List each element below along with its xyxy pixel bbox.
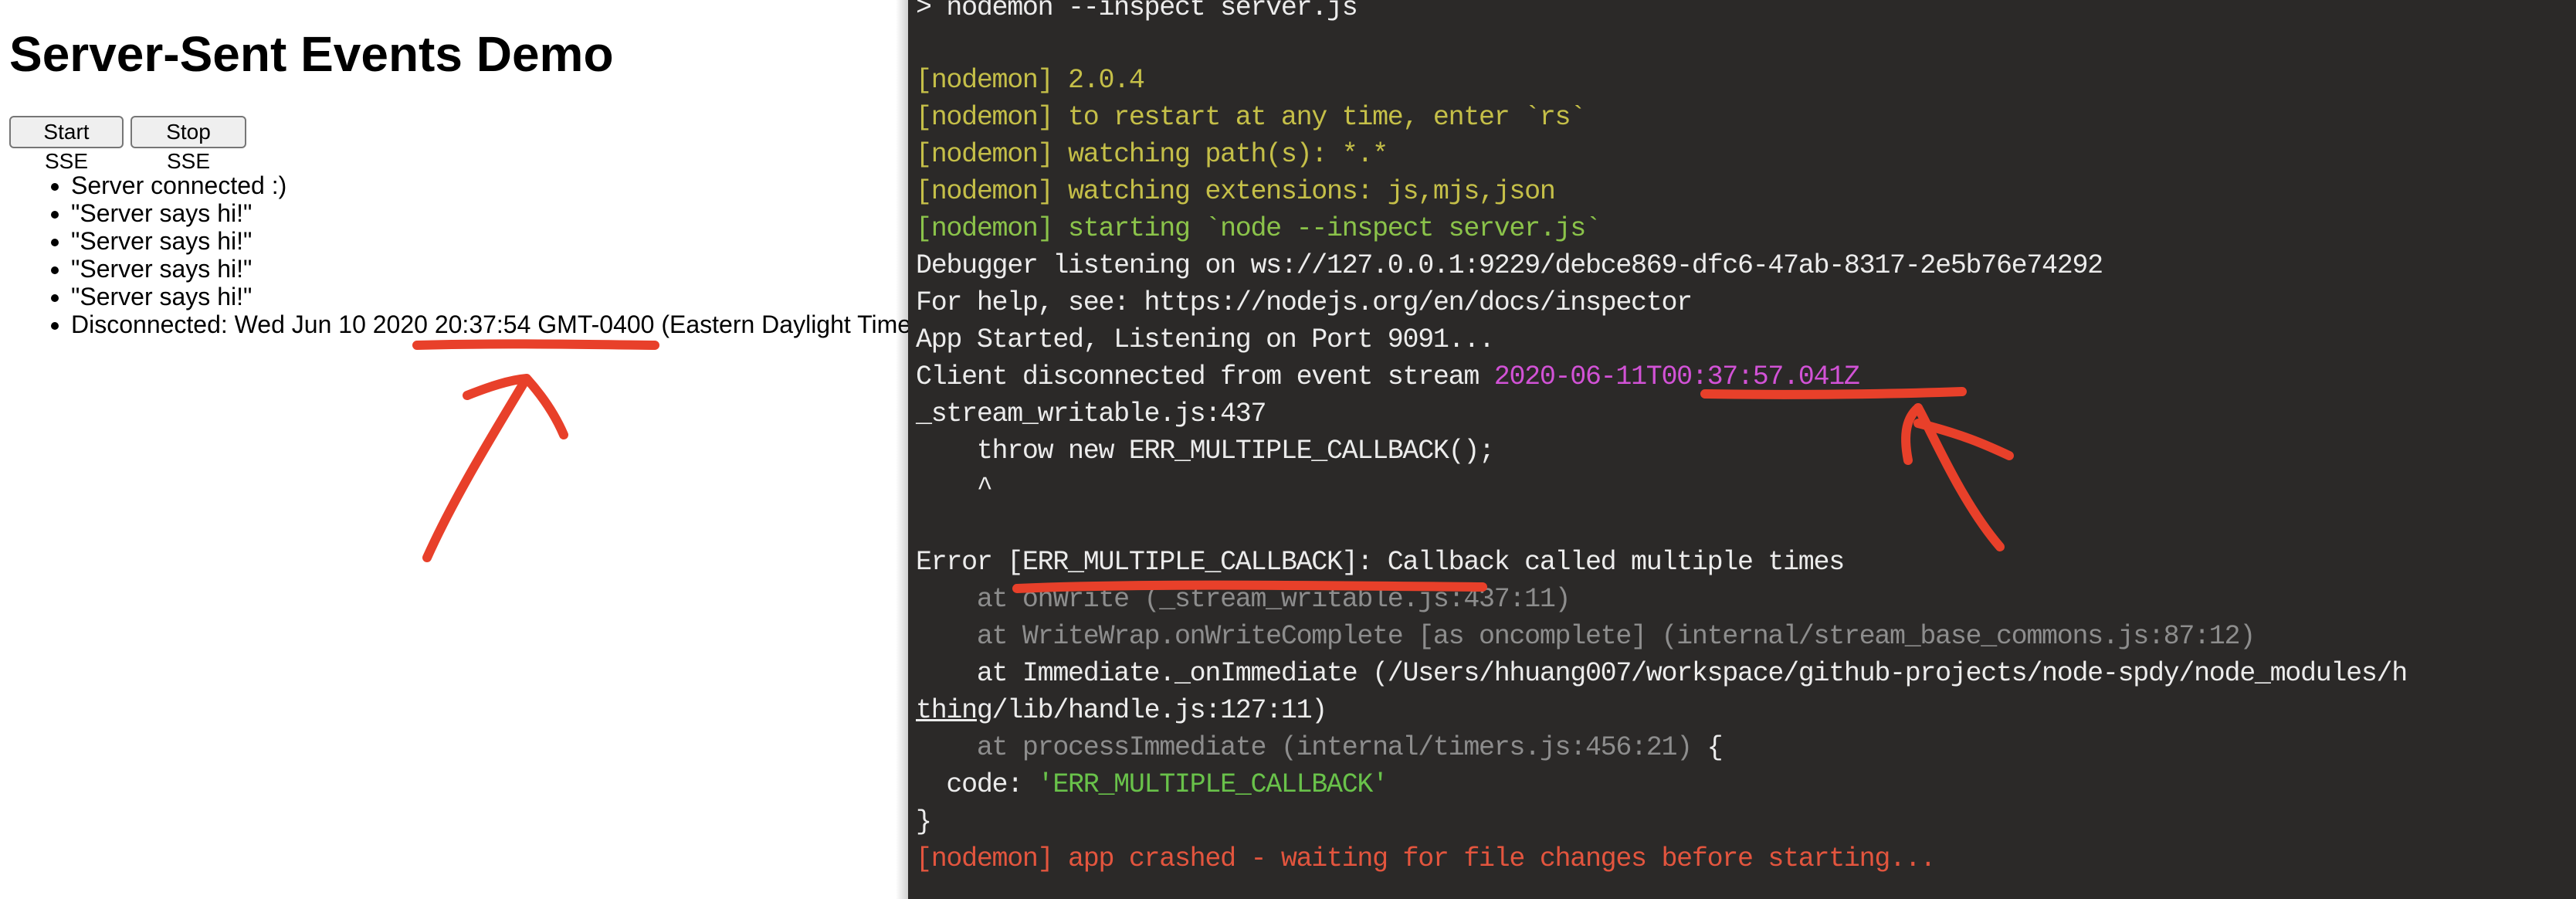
terminal-text: code:	[916, 769, 1038, 800]
terminal-text: {	[1691, 732, 1724, 763]
terminal-line: [nodemon] watching extensions: js,mjs,js…	[916, 176, 1556, 207]
terminal-text: at processImmediate (internal/timers.js:…	[916, 732, 1693, 763]
terminal-line: > nodemon --inspect server.js	[916, 0, 1358, 23]
terminal-line: For help, see: https://nodejs.org/en/doc…	[916, 287, 1693, 318]
terminal-line: [nodemon] app crashed - waiting for file…	[916, 843, 1936, 874]
terminal-line: [nodemon] watching path(s): *.*	[916, 139, 1388, 170]
window-shadow	[896, 0, 908, 899]
terminal-text: /lib/handle.js:127:11)	[991, 695, 1328, 726]
list-item: "Server says hi!"	[71, 227, 908, 255]
list-item: "Server says hi!"	[71, 255, 908, 283]
terminal-line: at processImmediate (internal/timers.js:…	[916, 731, 1724, 765]
terminal-line: _stream_writable.js:437	[916, 399, 1266, 429]
string-text: 'ERR_MULTIPLE_CALLBACK'	[1037, 769, 1388, 800]
browser-page: Server-Sent Events Demo Start SSE Stop S…	[0, 0, 908, 899]
terminal-line: throw new ERR_MULTIPLE_CALLBACK();	[916, 436, 1495, 466]
terminal-line: Client disconnected from event stream 20…	[916, 360, 1860, 394]
list-item: "Server says hi!"	[71, 283, 908, 310]
terminal-line: }	[916, 806, 932, 837]
terminal-line: at WriteWrap.onWriteComplete [as oncompl…	[916, 621, 2256, 652]
terminal-line: [nodemon] to restart at any time, enter …	[916, 102, 1586, 133]
stop-sse-button[interactable]: Stop SSE	[130, 116, 246, 173]
screenshot: Server-Sent Events Demo Start SSE Stop S…	[0, 0, 2576, 899]
terminal-line: ^	[916, 473, 993, 504]
list-item: Disconnected: Wed Jun 10 2020 20:37:54 G…	[71, 310, 908, 338]
start-sse-button[interactable]: Start SSE	[9, 116, 124, 173]
terminal-line: [nodemon] starting `node --inspect serve…	[916, 213, 1602, 244]
terminal-line: Error [ERR_MULTIPLE_CALLBACK]: Callback …	[916, 547, 1845, 578]
terminal-line: at onWrite (_stream_writable.js:437:11)	[916, 584, 1571, 615]
list-item: "Server says hi!"	[71, 199, 908, 227]
terminal-line: App Started, Listening on Port 9091...	[916, 324, 1495, 355]
timestamp-text: 2020-06-11T00:37:57.041Z	[1493, 361, 1860, 392]
page-title: Server-Sent Events Demo	[9, 26, 614, 82]
terminal-line: Debugger listening on ws://127.0.0.1:922…	[916, 250, 2103, 281]
terminal-text: Client disconnected from event stream	[916, 361, 1494, 392]
path-link[interactable]: thing	[916, 695, 993, 726]
terminal-line: at Immediate._onImmediate (/Users/hhuang…	[916, 658, 2408, 689]
event-list: Server connected :) "Server says hi!" "S…	[0, 171, 908, 338]
terminal-line: code: 'ERR_MULTIPLE_CALLBACK'	[916, 768, 1388, 802]
list-item: Server connected :)	[71, 171, 908, 199]
terminal-line: [nodemon] 2.0.4	[916, 65, 1145, 96]
terminal-window[interactable]: > nodemon --inspect server.js [nodemon] …	[908, 0, 2576, 899]
terminal-line: thing/lib/handle.js:127:11)	[916, 694, 1327, 728]
